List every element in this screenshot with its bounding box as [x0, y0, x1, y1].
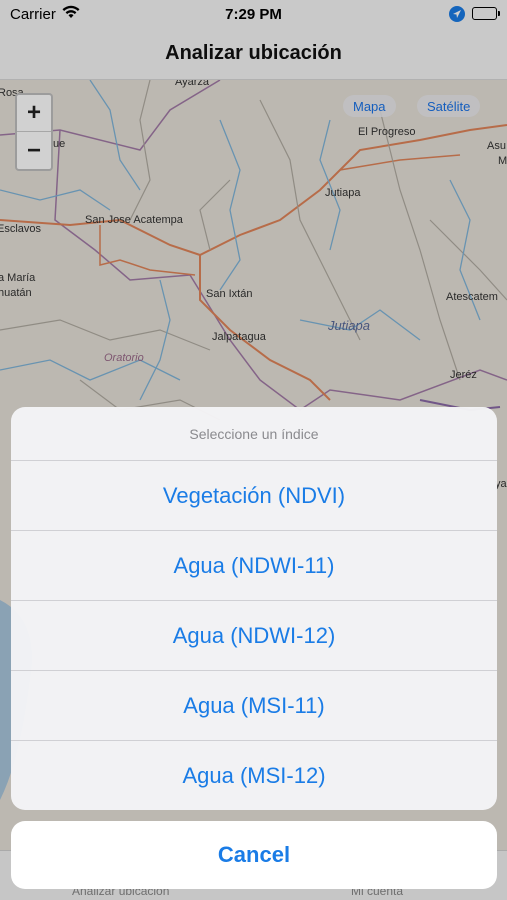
option-ndvi[interactable]: Vegetación (NDVI) [11, 461, 497, 531]
option-msi-12[interactable]: Agua (MSI-12) [11, 741, 497, 810]
action-sheet: Seleccione un índice Vegetación (NDVI) A… [11, 407, 497, 810]
action-sheet-title: Seleccione un índice [11, 407, 497, 461]
option-ndwi-12[interactable]: Agua (NDWI-12) [11, 601, 497, 671]
cancel-button[interactable]: Cancel [11, 821, 497, 889]
option-msi-11[interactable]: Agua (MSI-11) [11, 671, 497, 741]
option-ndwi-11[interactable]: Agua (NDWI-11) [11, 531, 497, 601]
